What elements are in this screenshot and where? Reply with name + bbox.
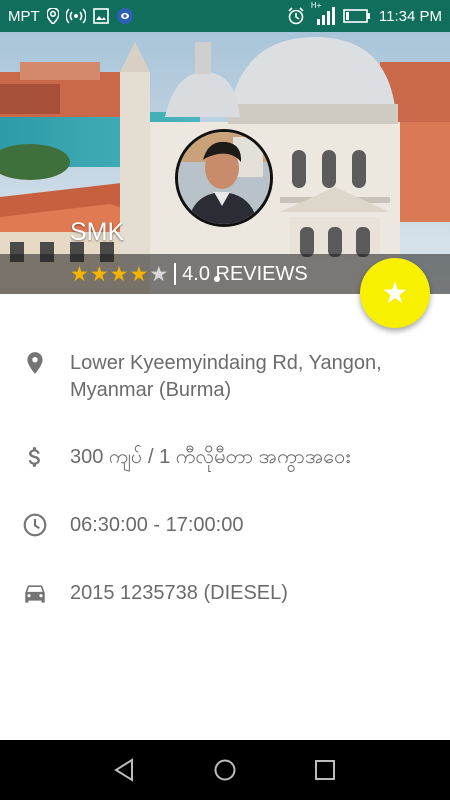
rating-row: ★ ★ ★ ★ ★ 4.0 REVIEWS [70,254,308,294]
location-icon [46,8,59,24]
clock: 11:34 PM [378,7,442,25]
battery-icon [343,9,371,23]
star-icon: ★ [381,276,409,310]
home-icon[interactable] [210,755,240,785]
star-outline-icon: ★ [149,262,169,286]
driver-name: SMK [70,218,125,246]
avatar-photo [178,132,270,224]
vehicle-text: 2015 1235738 (DIESEL) [70,582,288,604]
price-text: 300 ကျပ် / 1 ကီလိုမီတာ အကွာအဝေး [70,446,351,468]
vpn-icon [116,7,134,25]
gallery-icon [92,8,109,24]
car-icon [25,585,45,603]
rating-reviews-label[interactable]: 4.0 REVIEWS [182,263,308,286]
hours-text: 06:30:00 - 17:00:00 [70,514,244,536]
rating-divider [174,263,177,285]
signal-icon: H+ [311,1,335,25]
clock-icon [23,513,47,537]
alarm-icon [287,7,305,25]
rating-stars: ★ ★ ★ ★ ★ [70,264,168,285]
star-icon: ★ [129,262,149,286]
driver-avatar[interactable] [175,129,273,227]
location-pin-icon [27,352,43,374]
star-icon: ★ [89,262,109,286]
back-icon[interactable] [110,755,140,785]
star-icon: ★ [70,262,89,286]
favorite-button[interactable]: ★ [360,258,430,328]
carrier-label: MPT [8,7,40,25]
system-nav-bar [0,740,450,800]
star-icon: ★ [109,262,129,286]
hotspot-icon [65,8,86,24]
hero-header: SMK ★ ★ ★ ★ ★ 4.0 REVIEWS [0,32,450,294]
status-bar: MPT H+ 11:34 PM [0,0,450,32]
pager-indicator [214,276,220,282]
dollar-icon [28,447,40,467]
address-text: Lower Kyeemyindaing Rd, Yangon, Myanmar … [70,352,382,401]
network-type-label: H+ [310,1,322,10]
recents-icon[interactable] [310,755,340,785]
